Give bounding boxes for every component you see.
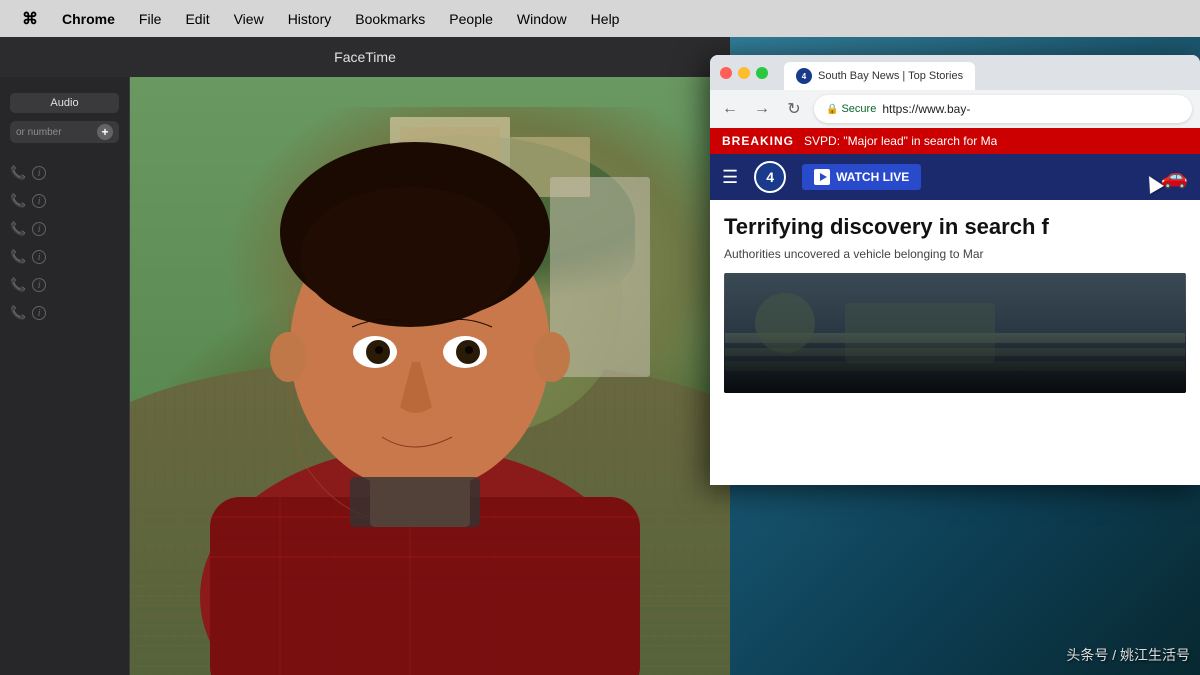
info-icon-6[interactable]: i [32,306,46,320]
facetime-content: Audio or number + 📞 i 📞 i 📞 i 📞 [0,77,730,675]
news-headline: Terrifying discovery in search f [724,214,1186,240]
news-navigation: ☰ 4 WATCH LIVE 🚗 [710,154,1200,200]
chrome-titlebar: 4 South Bay News | Top Stories [710,55,1200,90]
url-text: https://www.bay- [882,102,970,116]
phone-icon-3: 📞 [10,221,26,237]
play-icon [814,169,830,185]
refresh-button[interactable]: ↻ [782,97,806,121]
facetime-sidebar-top: Audio or number + [0,85,129,159]
forward-button[interactable]: → [750,97,774,121]
menubar-edit[interactable]: Edit [173,0,221,37]
menubar-history[interactable]: History [276,0,344,37]
menubar-help[interactable]: Help [579,0,632,37]
contact-item-4[interactable]: 📞 i [0,243,129,271]
phone-icon-4: 📞 [10,249,26,265]
menubar-view[interactable]: View [222,0,276,37]
browser-tab[interactable]: 4 South Bay News | Top Stories [784,62,975,90]
back-button[interactable]: ← [718,97,742,121]
info-icon-1[interactable]: i [32,166,46,180]
chrome-toolbar: ← → ↻ 🔒 Secure https://www.bay- [710,90,1200,128]
info-icon-5[interactable]: i [32,278,46,292]
breaking-label: BREAKING [722,134,794,148]
contact-item-2[interactable]: 📞 i [0,187,129,215]
chrome-window: 4 South Bay News | Top Stories ← → ↻ 🔒 S… [710,55,1200,485]
contact-item-5[interactable]: 📞 i [0,271,129,299]
news-image-overlay [724,333,1186,393]
phone-icon-2: 📞 [10,193,26,209]
menubar: ⌘ Chrome File Edit View History Bookmark… [0,0,1200,37]
close-button[interactable] [720,67,732,79]
info-icon-4[interactable]: i [32,250,46,264]
contact-item-1[interactable]: 📞 i [0,159,129,187]
secure-label: Secure [841,103,876,115]
search-bar[interactable]: or number + [10,121,119,143]
watermark: 头条号 / 姚江生活号 [1066,645,1190,665]
news-subtext: Authorities uncovered a vehicle belongin… [724,246,1186,263]
facetime-video [130,77,730,675]
watch-live-button[interactable]: WATCH LIVE [802,164,921,190]
news-content-area: Terrifying discovery in search f Authori… [710,200,1200,393]
phone-icon-5: 📞 [10,277,26,293]
facetime-title: FaceTime [334,49,396,65]
info-icon-2[interactable]: i [32,194,46,208]
contact-item-3[interactable]: 📞 i [0,215,129,243]
menubar-chrome[interactable]: Chrome [50,0,127,37]
menubar-window[interactable]: Window [505,0,579,37]
lock-icon: 🔒 [826,104,838,115]
person-svg [130,77,730,675]
contact-item-6[interactable]: 📞 i [0,299,129,327]
menubar-apple[interactable]: ⌘ [10,0,50,37]
car-icon: 🚗 [1161,164,1188,190]
play-triangle [820,173,827,181]
add-contact-button[interactable]: + [97,124,113,140]
channel4-logo: 4 [754,161,786,193]
news-image [724,273,1186,393]
channel4-favicon: 4 [796,68,812,84]
hamburger-icon[interactable]: ☰ [722,167,738,188]
facetime-titlebar: FaceTime [0,37,730,77]
phone-icon-1: 📞 [10,165,26,181]
secure-badge: 🔒 Secure [826,103,876,115]
phone-icon-6: 📞 [10,305,26,321]
audio-button[interactable]: Audio [10,93,119,113]
menubar-bookmarks[interactable]: Bookmarks [343,0,437,37]
breaking-text: SVPD: "Major lead" in search for Ma [804,134,997,148]
watch-live-label: WATCH LIVE [836,170,909,184]
tab-title: South Bay News | Top Stories [818,70,963,82]
breaking-news-bar: BREAKING SVPD: "Major lead" in search fo… [710,128,1200,154]
facetime-sidebar: Audio or number + 📞 i 📞 i 📞 i 📞 [0,77,130,675]
search-placeholder: or number [16,127,93,138]
minimize-button[interactable] [738,67,750,79]
menubar-people[interactable]: People [437,0,505,37]
info-icon-3[interactable]: i [32,222,46,236]
maximize-button[interactable] [756,67,768,79]
facetime-window: FaceTime Audio or number + 📞 i 📞 i 📞 [0,37,730,675]
address-bar[interactable]: 🔒 Secure https://www.bay- [814,95,1192,123]
menubar-file[interactable]: File [127,0,174,37]
